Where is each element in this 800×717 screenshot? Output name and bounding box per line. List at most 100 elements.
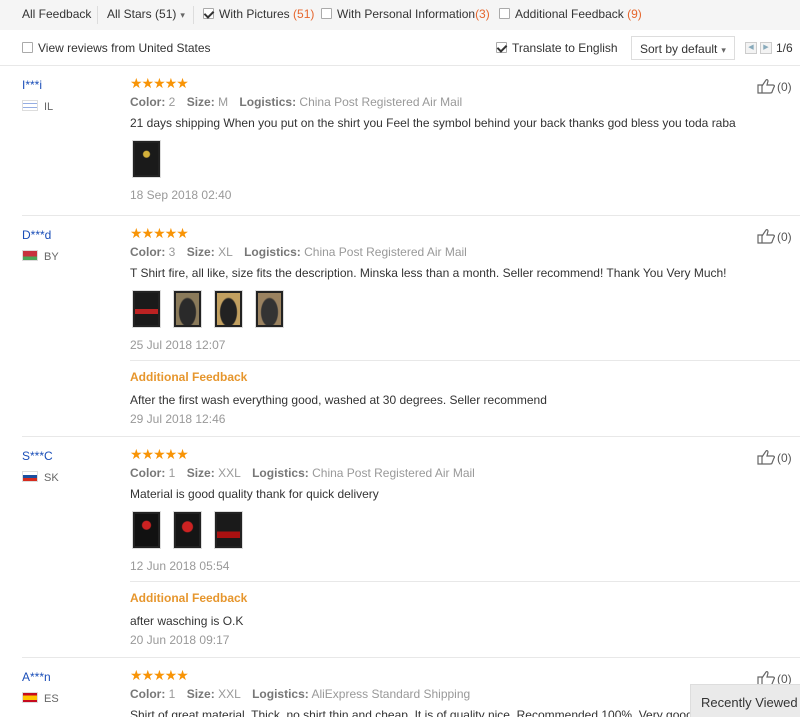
logistics-label: Logistics: <box>252 687 309 701</box>
color-value: 2 <box>168 95 176 109</box>
flag-sk-icon <box>22 471 38 482</box>
page-indicator: 1/6 <box>776 41 793 55</box>
logistics-value: China Post Registered Air Mail <box>304 245 467 259</box>
review-attributes: Color: 1 Size: XXL Logistics: AliExpress… <box>130 687 470 701</box>
helpful-count: (0) <box>777 80 792 94</box>
thumbs-up-icon <box>757 78 775 94</box>
review-photos <box>132 511 255 552</box>
recently-viewed-button[interactable]: Recently Viewed <box>690 684 800 717</box>
reviewer-country: IL <box>22 100 53 113</box>
review-text: Material is good quality thank for quick… <box>130 487 379 501</box>
color-label: Color: <box>130 466 166 480</box>
reviewer-country: BY <box>22 250 59 263</box>
review-photo-thumbnail[interactable] <box>214 511 243 549</box>
country-code: SK <box>44 472 59 484</box>
thumbs-up-icon <box>757 449 775 465</box>
size-value: M <box>218 95 229 109</box>
review-date: 25 Jul 2018 12:07 <box>130 338 226 352</box>
helpful-count: (0) <box>777 230 792 244</box>
logistics-value: AliExpress Standard Shipping <box>311 687 471 701</box>
all-stars-count: (51) <box>155 7 177 21</box>
with-personal-count: (3) <box>475 7 490 21</box>
review-item: D***d BY ★★★★★ Color: 3 Size: XL Logisti… <box>0 225 800 437</box>
review-attributes: Color: 1 Size: XXL Logistics: China Post… <box>130 466 475 480</box>
from-us-label: View reviews from United States <box>38 41 211 55</box>
with-pictures-checkbox[interactable] <box>203 8 214 19</box>
color-label: Color: <box>130 95 166 109</box>
from-us-filter[interactable]: View reviews from United States <box>22 41 211 55</box>
with-personal-filter[interactable]: With Personal Information(3) <box>321 7 490 21</box>
review-photo-thumbnail[interactable] <box>255 290 284 328</box>
review-text: 21 days shipping When you put on the shi… <box>130 116 736 130</box>
helpful-button[interactable]: (0) <box>757 449 792 465</box>
size-value: XXL <box>218 466 241 480</box>
sort-dropdown[interactable]: Sort by default ▾ <box>631 36 735 60</box>
with-pictures-filter[interactable]: With Pictures (51) <box>203 7 314 21</box>
translate-toggle[interactable]: Translate to English <box>496 41 618 55</box>
additional-feedback-checkbox[interactable] <box>499 8 510 19</box>
review-attributes: Color: 3 Size: XL Logistics: China Post … <box>130 245 467 259</box>
additional-feedback-heading: Additional Feedback <box>130 591 248 605</box>
review-divider <box>22 215 800 216</box>
chevron-down-icon: ▾ <box>721 45 726 55</box>
review-date: 18 Sep 2018 02:40 <box>130 188 232 202</box>
translate-checkbox[interactable] <box>496 42 507 53</box>
from-us-checkbox[interactable] <box>22 42 33 53</box>
country-code: ES <box>44 693 59 705</box>
additional-feedback-count: (9) <box>627 7 642 21</box>
with-pictures-label: With Pictures <box>219 7 290 21</box>
additional-divider <box>130 360 800 361</box>
reviewer-country: ES <box>22 692 59 705</box>
all-feedback-tab[interactable]: All Feedback <box>22 7 91 21</box>
review-photo-thumbnail[interactable] <box>132 140 161 178</box>
thumbs-up-icon <box>757 228 775 244</box>
reviewer-name[interactable]: D***d <box>22 228 51 242</box>
review-photo-thumbnail[interactable] <box>132 511 161 549</box>
with-personal-label: With Personal Information <box>337 7 476 21</box>
size-value: XL <box>218 245 233 259</box>
size-value: XXL <box>218 687 241 701</box>
size-label: Size: <box>186 245 215 259</box>
logistics-label: Logistics: <box>244 245 301 259</box>
with-personal-checkbox[interactable] <box>321 8 332 19</box>
next-page-button[interactable]: ▶ <box>760 42 772 54</box>
translate-label: Translate to English <box>512 41 618 55</box>
reviewer-name[interactable]: S***C <box>22 449 53 463</box>
review-item: S***C SK ★★★★★ Color: 1 Size: XXL Logist… <box>0 446 800 658</box>
reviewer-name[interactable]: I***i <box>22 78 42 92</box>
star-rating: ★★★★★ <box>130 670 189 683</box>
review-photo-thumbnail[interactable] <box>214 290 243 328</box>
review-divider <box>22 436 800 437</box>
additional-feedback-filter[interactable]: Additional Feedback (9) <box>499 7 642 21</box>
divider <box>97 6 98 24</box>
all-stars-label: All Stars <box>107 7 152 21</box>
country-code: IL <box>44 101 54 113</box>
size-label: Size: <box>186 687 215 701</box>
star-rating: ★★★★★ <box>130 75 189 91</box>
country-code: BY <box>44 251 59 263</box>
prev-page-button[interactable]: ◀ <box>745 42 757 54</box>
color-value: 1 <box>168 466 176 480</box>
helpful-button[interactable]: (0) <box>757 228 792 244</box>
review-text: Shirt of great material. Thick, no shirt… <box>130 708 703 717</box>
reviewer-name[interactable]: A***n <box>22 670 51 684</box>
color-label: Color: <box>130 687 166 701</box>
helpful-count: (0) <box>777 451 792 465</box>
review-photo-thumbnail[interactable] <box>173 290 202 328</box>
review-photo-thumbnail[interactable] <box>173 511 202 549</box>
filter-bar: All Feedback All Stars (51) ▾ With Pictur… <box>0 0 800 30</box>
review-photo-thumbnail[interactable] <box>132 290 161 328</box>
all-stars-dropdown[interactable]: All Stars (51) ▾ <box>107 7 185 21</box>
flag-es-icon <box>22 692 38 703</box>
review-item: I***i IL ★★★★★ Color: 2 Size: M Logistic… <box>0 75 800 216</box>
review-photos <box>132 140 173 181</box>
review-date: 12 Jun 2018 05:54 <box>130 559 230 573</box>
review-text: T Shirt fire, all like, size fits the de… <box>130 266 727 280</box>
logistics-label: Logistics: <box>239 95 297 109</box>
color-value: 3 <box>168 245 176 259</box>
with-pictures-count: (51) <box>293 7 315 21</box>
review-photos <box>132 290 296 331</box>
size-label: Size: <box>186 466 215 480</box>
helpful-button[interactable]: (0) <box>757 78 792 94</box>
flag-by-icon <box>22 250 38 261</box>
